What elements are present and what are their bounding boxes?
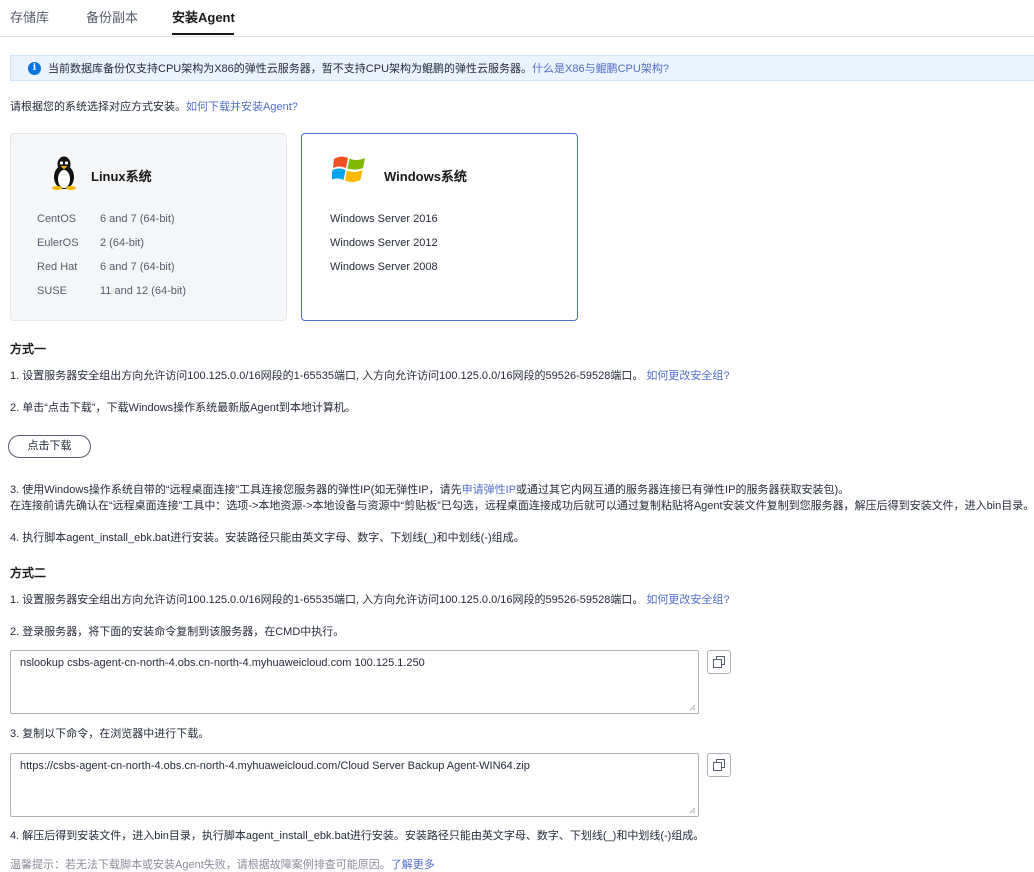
method1-step2: 2. 单击“点击下载”，下载Windows操作系统最新版Agent到本地计算机。: [10, 402, 356, 414]
copy-icon: [713, 759, 725, 771]
learn-more-link[interactable]: 了解更多: [391, 859, 435, 871]
help-tip: 温馨提示：若无法下载脚本或安装Agent失败，请根据故障案例排查可能原因。了解更…: [10, 859, 435, 871]
copy-url-button[interactable]: [707, 753, 731, 777]
tab-bar: 存储库 备份副本 安装Agent: [0, 0, 1034, 37]
method1-step3-note: 在连接前请先确认在“远程桌面连接”工具中：选项->本地资源->本地设备与资源中“…: [10, 500, 1034, 512]
linux-tux-icon: [52, 156, 76, 190]
linux-os-card[interactable]: Linux系统 CentOS 6 and 7 (64-bit) EulerOS 2 …: [10, 133, 287, 321]
linux-os-row: SUSE 11 and 12 (64-bit): [37, 285, 187, 297]
info-icon: i: [28, 62, 41, 75]
download-button[interactable]: 点击下载: [8, 435, 91, 458]
tab-repositories[interactable]: 存储库: [10, 9, 49, 27]
tab-install-agent[interactable]: 安装Agent: [172, 9, 235, 27]
method1-step1: 1. 设置服务器安全组出方向允许访问100.125.0.0/16网段的1-655…: [10, 370, 730, 382]
intro-text: 请根据您的系统选择对应方式安装。: [10, 101, 186, 113]
windows-os-card[interactable]: Windows系统 Windows Server 2016 Windows Se…: [301, 133, 578, 321]
install-command-textarea[interactable]: nslookup csbs-agent-cn-north-4.obs.cn-no…: [10, 650, 699, 714]
windows-os-row: Windows Server 2016: [330, 213, 438, 225]
install-command-text: nslookup csbs-agent-cn-north-4.obs.cn-no…: [20, 657, 425, 669]
change-security-group-link[interactable]: 如何更改安全组?: [646, 594, 729, 606]
windows-card-title: Windows系统: [384, 169, 467, 184]
windows-logo-icon: [332, 156, 365, 182]
method2-step2: 2. 登录服务器，将下面的安装命令复制到该服务器，在CMD中执行。: [10, 626, 345, 638]
method2-title: 方式二: [10, 566, 47, 580]
how-to-install-link[interactable]: 如何下载并安装Agent?: [186, 101, 298, 113]
linux-card-title: Linux系统: [91, 169, 152, 184]
active-tab-indicator: [172, 33, 234, 35]
download-url-textarea[interactable]: https://csbs-agent-cn-north-4.obs.cn-nor…: [10, 753, 699, 817]
windows-os-row: Windows Server 2008: [330, 261, 438, 273]
linux-os-row: Red Hat 6 and 7 (64-bit): [37, 261, 175, 273]
method2-step1: 1. 设置服务器安全组出方向允许访问100.125.0.0/16网段的1-655…: [10, 594, 730, 606]
intro-line: 请根据您的系统选择对应方式安装。如何下载并安装Agent?: [10, 99, 298, 115]
resize-handle-icon[interactable]: [689, 704, 696, 711]
method1-title: 方式一: [10, 342, 47, 356]
copy-icon: [713, 656, 725, 668]
copy-command-button[interactable]: [707, 650, 731, 674]
linux-os-row: CentOS 6 and 7 (64-bit): [37, 213, 175, 225]
apply-eip-link[interactable]: 申请弹性IP: [462, 484, 516, 496]
method1-step3: 3. 使用Windows操作系统自带的“远程桌面连接”工具连接您服务器的弹性IP…: [10, 484, 850, 496]
banner-text: 当前数据库备份仅支持CPU架构为X86的弹性云服务器，暂不支持CPU架构为鲲鹏的…: [48, 63, 533, 75]
method1-step4: 4. 执行脚本agent_install_ebk.bat进行安装。安装路径只能由…: [10, 532, 525, 544]
resize-handle-icon[interactable]: [689, 807, 696, 814]
cpu-arch-help-link[interactable]: 什么是X86与鲲鹏CPU架构?: [532, 63, 669, 75]
change-security-group-link[interactable]: 如何更改安全组?: [646, 370, 729, 382]
info-banner: i 当前数据库备份仅支持CPU架构为X86的弹性云服务器，暂不支持CPU架构为鲲…: [10, 55, 1034, 81]
method2-step3: 3. 复制以下命令，在浏览器中进行下载。: [10, 728, 210, 740]
method2-step4: 4. 解压后得到安装文件，进入bin目录，执行脚本agent_install_e…: [10, 830, 705, 842]
tab-backup-copies[interactable]: 备份副本: [86, 9, 138, 27]
linux-os-row: EulerOS 2 (64-bit): [37, 237, 145, 249]
windows-os-row: Windows Server 2012: [330, 237, 438, 249]
download-url-text: https://csbs-agent-cn-north-4.obs.cn-nor…: [20, 760, 530, 772]
